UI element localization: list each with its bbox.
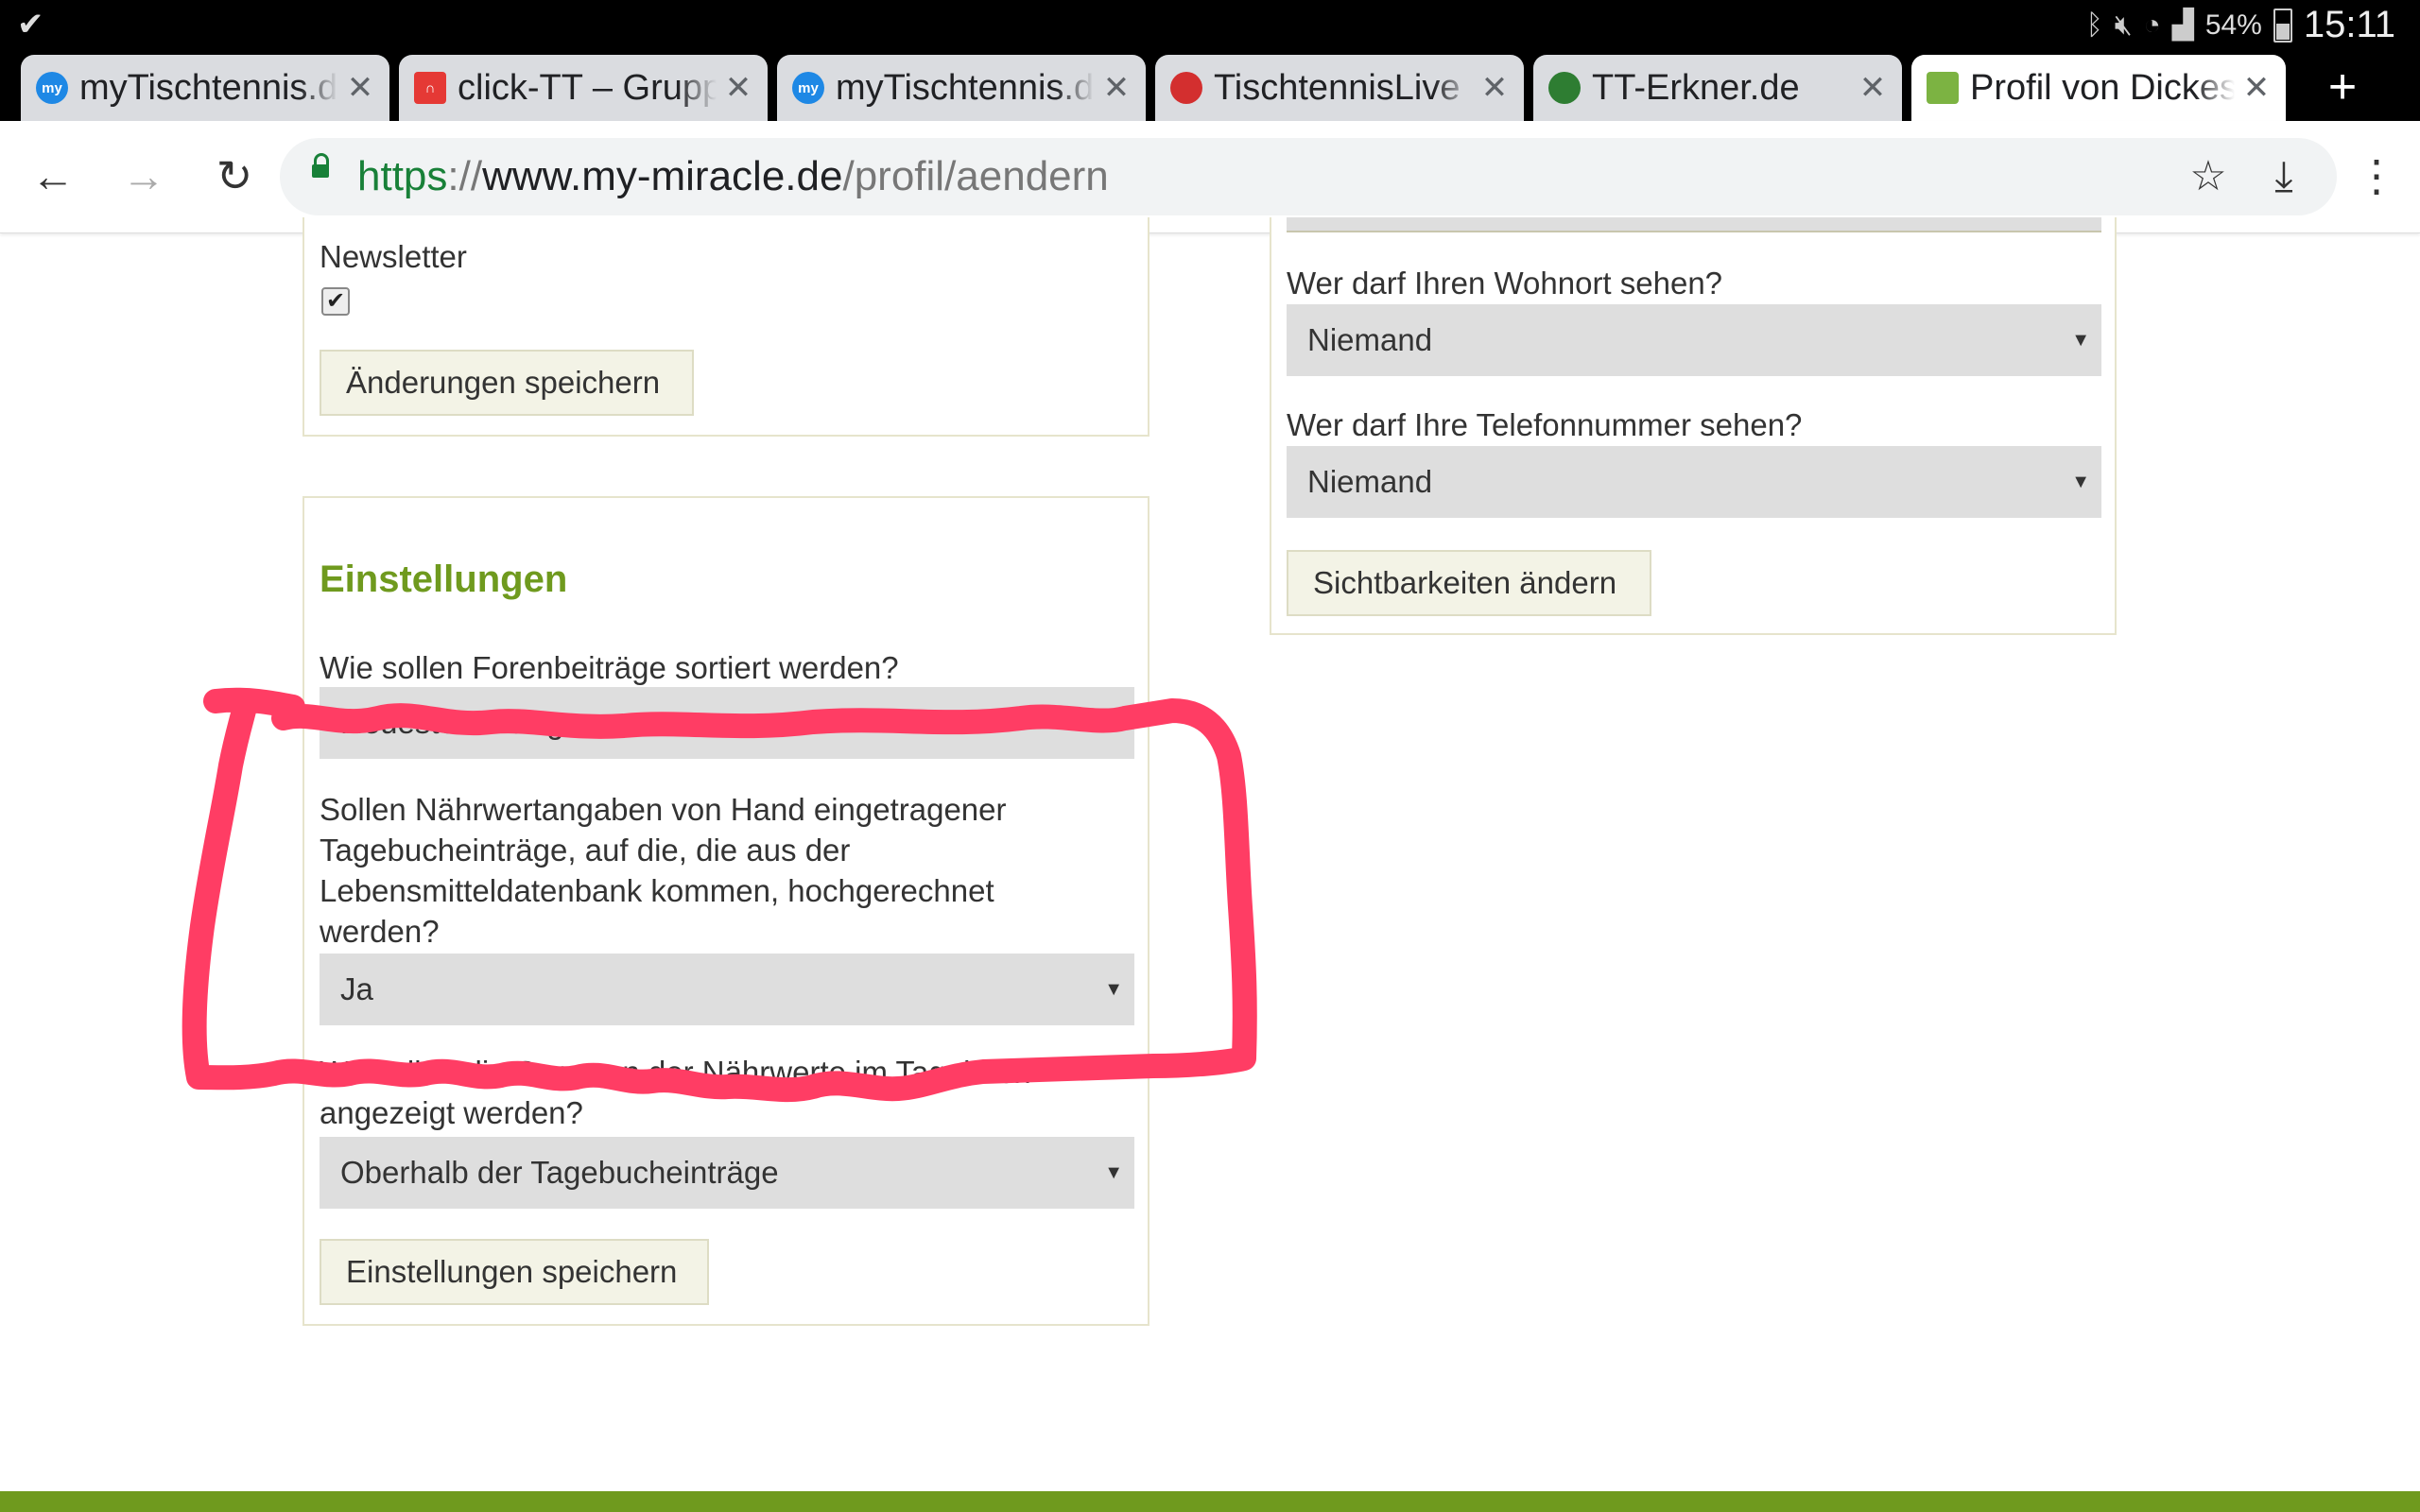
status-bar: ✔ ᛒ 🔇︎ ◔ ▟ 54% 15:11	[0, 0, 2420, 49]
tab-tt-erkner[interactable]: TT-Erkner.de ✕	[1533, 55, 1902, 121]
tab-clicktt[interactable]: ∩ click-TT – Gruppe ✕	[399, 55, 768, 121]
url-separator: ://	[447, 153, 483, 199]
nutrition-question-3: Lebensmitteldatenbank kommen, hochgerech…	[320, 873, 994, 908]
settings-heading: Einstellungen	[320, 558, 568, 600]
reload-icon[interactable]: ↻	[206, 147, 263, 204]
mytischtennis-icon: my	[36, 72, 68, 104]
phone-select[interactable]: Niemand ▼	[1287, 446, 2101, 518]
mytischtennis-icon: my	[792, 72, 824, 104]
url-path: /profil/aendern	[842, 153, 1109, 199]
residence-question: Wer darf Ihren Wohnort sehen?	[1287, 266, 1723, 301]
battery-icon	[2273, 8, 2292, 43]
url-text[interactable]: https://www.my-miracle.de/profil/aendern	[357, 149, 1109, 204]
clicktt-icon: ∩	[414, 72, 446, 104]
save-settings-button[interactable]: Einstellungen speichern	[320, 1239, 709, 1305]
back-arrow-icon[interactable]: ←	[25, 147, 81, 204]
tab-title: myTischtennis.de	[836, 67, 1095, 108]
url-scheme: https	[357, 153, 448, 199]
close-icon[interactable]: ✕	[346, 69, 374, 107]
profile-panel: Newsletter ✔ Änderungen speichern	[302, 217, 1150, 437]
sort-select[interactable]: Neueste Beiträge zuerst ▼	[320, 687, 1134, 759]
star-icon[interactable]: ☆	[2182, 149, 2235, 204]
tab-mytischtennis-1[interactable]: my myTischtennis.de ✕	[21, 55, 389, 121]
download-icon[interactable]: ⤓	[2257, 149, 2310, 204]
residence-select-value: Niemand	[1307, 322, 1433, 357]
club-icon	[1548, 72, 1581, 104]
settings-panel: Einstellungen Wie sollen Forenbeiträge s…	[302, 496, 1150, 1326]
mute-icon: 🔇︎	[2114, 9, 2133, 41]
chevron-down-icon: ▼	[1104, 713, 1123, 733]
phone-question: Wer darf Ihre Telefonnummer sehen?	[1287, 407, 1803, 442]
chevron-down-icon: ▼	[2071, 472, 2090, 492]
nutrition-select-value: Ja	[340, 971, 373, 1006]
summary-select[interactable]: Oberhalb der Tagebucheinträge ▼	[320, 1137, 1134, 1209]
change-visibility-button[interactable]: Sichtbarkeiten ändern	[1287, 550, 1651, 616]
phone-select-value: Niemand	[1307, 464, 1433, 499]
chevron-down-icon: ▼	[1104, 979, 1123, 1000]
forward-arrow-icon[interactable]: →	[115, 147, 172, 204]
signal-icon: ▟	[2171, 9, 2194, 41]
lock-icon	[312, 153, 329, 178]
tab-title: click-TT – Gruppe	[458, 67, 717, 108]
tab-strip: my myTischtennis.de ✕ ∩ click-TT – Grupp…	[0, 49, 2420, 121]
bluetooth-icon: ᛒ	[2085, 9, 2103, 41]
close-icon[interactable]: ✕	[2242, 69, 2271, 107]
tab-title: TischtennisLive	[1214, 67, 1461, 108]
nutrition-question-2: Tagebucheinträge, auf die, die aus der	[320, 833, 851, 868]
page-footer-bar	[0, 1491, 2420, 1512]
scrolled-select-edge	[1287, 217, 2101, 232]
download-complete-icon: ✔	[17, 7, 44, 43]
paddle-icon	[1170, 72, 1202, 104]
tab-tischtennislive[interactable]: TischtennisLive ✕	[1155, 55, 1524, 121]
url-host: www.my-miracle.de	[482, 153, 843, 199]
sort-select-value: Neueste Beiträge zuerst	[340, 705, 676, 740]
newsletter-label: Newsletter	[320, 239, 467, 274]
summary-question-1: Wo sollen die Summen der Nährwerte im Ta…	[320, 1055, 1031, 1090]
menu-icon[interactable]: ⋮	[2348, 147, 2405, 204]
newsletter-checkbox[interactable]: ✔	[321, 287, 350, 316]
tab-title: Profil von Dickes	[1970, 67, 2235, 108]
battery-percent: 54%	[2204, 9, 2262, 41]
nutrition-question-1: Sollen Nährwertangaben von Hand eingetra…	[320, 792, 1007, 827]
new-tab-button[interactable]: +	[2314, 59, 2371, 115]
close-icon[interactable]: ✕	[724, 69, 752, 107]
tab-profil-active[interactable]: Profil von Dickes ✕	[1911, 55, 2286, 121]
address-bar[interactable]: https://www.my-miracle.de/profil/aendern…	[280, 138, 2337, 215]
tab-title: myTischtennis.de	[79, 67, 338, 108]
mymiracle-icon	[1927, 72, 1959, 104]
clock: 15:11	[2303, 4, 2395, 45]
nutrition-question-4: werden?	[320, 914, 440, 949]
wifi-icon: ◔	[2143, 9, 2161, 41]
residence-select[interactable]: Niemand ▼	[1287, 304, 2101, 376]
summary-select-value: Oberhalb der Tagebucheinträge	[340, 1155, 779, 1190]
close-icon[interactable]: ✕	[1858, 69, 1887, 107]
status-icons: ᛒ 🔇︎ ◔ ▟ 54% 15:11	[2086, 4, 2395, 46]
chevron-down-icon: ▼	[2071, 330, 2090, 351]
chevron-down-icon: ▼	[1104, 1162, 1123, 1183]
close-icon[interactable]: ✕	[1480, 69, 1509, 107]
tab-title: TT-Erkner.de	[1592, 67, 1800, 108]
sort-question: Wie sollen Forenbeiträge sortiert werden…	[320, 650, 899, 685]
tab-mytischtennis-2[interactable]: my myTischtennis.de ✕	[777, 55, 1146, 121]
save-changes-button[interactable]: Änderungen speichern	[320, 350, 694, 416]
nutrition-select[interactable]: Ja ▼	[320, 954, 1134, 1025]
close-icon[interactable]: ✕	[1102, 69, 1131, 107]
visibility-panel: Wer darf Ihren Wohnort sehen? Niemand ▼ …	[1270, 217, 2117, 635]
summary-question-2: angezeigt werden?	[320, 1095, 583, 1130]
